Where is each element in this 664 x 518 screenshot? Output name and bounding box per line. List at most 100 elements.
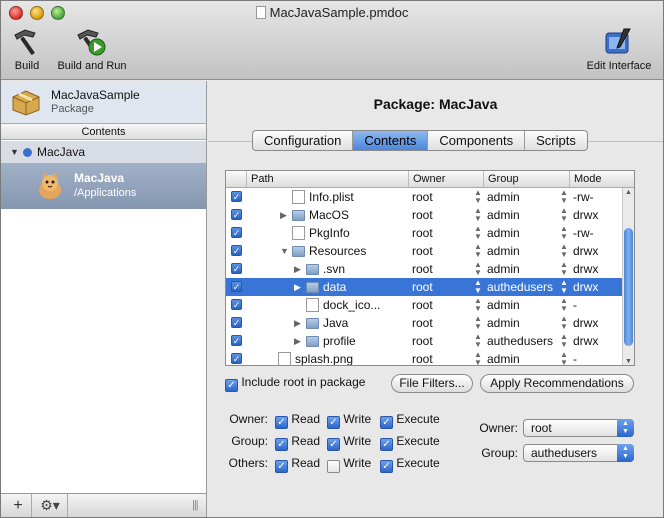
owner-cell[interactable]: root (412, 224, 472, 242)
owner-cell[interactable]: root (412, 278, 472, 296)
owner-cell[interactable]: root (412, 242, 472, 260)
owner-stepper-icon[interactable]: ▲ ▼ (474, 224, 482, 242)
execute-checkbox[interactable]: ✓ Execute (380, 456, 440, 473)
checkbox-icon[interactable]: ✓ (327, 460, 340, 473)
owner-cell[interactable]: root (412, 296, 472, 314)
include-root-checkbox[interactable]: ✓ Include root in package (225, 375, 365, 392)
disclosure-down-icon[interactable]: ▼ (280, 242, 289, 260)
disclosure-right-icon[interactable]: ▶ (294, 332, 301, 350)
include-check-icon[interactable]: ✓ (231, 263, 242, 274)
owner-cell[interactable]: root (412, 350, 472, 365)
table-row[interactable]: ✓ ▶ .svn root ▲ ▼ admin ▲ ▼ drwx (226, 260, 622, 278)
group-stepper-icon[interactable]: ▲ ▼ (560, 278, 568, 296)
read-checkbox[interactable]: ✓ Read (275, 412, 320, 429)
column-header-group[interactable]: Group (483, 171, 569, 187)
scrollbar-thumb[interactable] (624, 228, 633, 346)
gear-menu-button[interactable]: ⚙▾ (35, 497, 65, 515)
column-header-owner[interactable]: Owner (408, 171, 483, 187)
owner-cell[interactable]: root (412, 188, 472, 206)
owner-cell[interactable]: root (412, 314, 472, 332)
group-cell[interactable]: admin (487, 350, 559, 365)
group-stepper-icon[interactable]: ▲ ▼ (560, 242, 568, 260)
group-select[interactable]: authedusers ▲ ▼ (523, 444, 634, 462)
scroll-up-arrow-icon[interactable]: ▲ (625, 189, 632, 196)
include-check-icon[interactable]: ✓ (231, 227, 242, 238)
sidebar-item-macjava[interactable]: MacJava /Applications (1, 163, 206, 209)
include-check-icon[interactable]: ✓ (231, 281, 242, 292)
file-filters-button[interactable]: File Filters... (391, 374, 473, 393)
include-check-icon[interactable]: ✓ (231, 209, 242, 220)
checkbox-icon[interactable]: ✓ (380, 416, 393, 429)
add-button[interactable]: + (7, 497, 29, 515)
group-cell[interactable]: admin (487, 296, 559, 314)
table-row[interactable]: ✓ splash.png root ▲ ▼ admin ▲ ▼ - (226, 350, 622, 366)
group-cell[interactable]: authedusers (487, 278, 559, 296)
group-cell[interactable]: admin (487, 224, 559, 242)
mode-cell[interactable]: drwx (573, 242, 619, 260)
mode-cell[interactable]: drwx (573, 260, 619, 278)
owner-cell[interactable]: root (412, 206, 472, 224)
build-and-run-button[interactable]: Build and Run (51, 27, 133, 72)
write-checkbox[interactable]: ✓ Write (327, 434, 371, 451)
checkbox-icon[interactable]: ✓ (275, 460, 288, 473)
owner-stepper-icon[interactable]: ▲ ▼ (474, 296, 482, 314)
mode-cell[interactable]: drwx (573, 206, 619, 224)
group-cell[interactable]: admin (487, 206, 559, 224)
edit-interface-button[interactable]: Edit Interface (579, 27, 659, 72)
disclosure-right-icon[interactable]: ▶ (294, 260, 301, 278)
mode-cell[interactable]: -rw- (573, 188, 619, 206)
owner-stepper-icon[interactable]: ▲ ▼ (474, 350, 482, 366)
owner-stepper-icon[interactable]: ▲ ▼ (474, 332, 482, 350)
resize-grip-icon[interactable]: ||| (192, 499, 199, 511)
group-cell[interactable]: admin (487, 188, 559, 206)
include-check-icon[interactable]: ✓ (231, 317, 242, 328)
group-cell[interactable]: admin (487, 314, 559, 332)
group-stepper-icon[interactable]: ▲ ▼ (560, 314, 568, 332)
column-header-mode[interactable]: Mode (569, 171, 622, 187)
table-row[interactable]: ✓ dock_ico... root ▲ ▼ admin ▲ ▼ - (226, 296, 622, 314)
scroll-down-arrow-icon[interactable]: ▼ (625, 358, 632, 365)
include-root-check-icon[interactable]: ✓ (225, 379, 238, 392)
owner-stepper-icon[interactable]: ▲ ▼ (474, 242, 482, 260)
disclosure-right-icon[interactable]: ▶ (294, 314, 301, 332)
owner-stepper-icon[interactable]: ▲ ▼ (474, 278, 482, 296)
disclosure-right-icon[interactable]: ▶ (280, 206, 287, 224)
table-row[interactable]: ✓ ▼ Resources root ▲ ▼ admin ▲ ▼ drwx (226, 242, 622, 260)
group-cell[interactable]: authedusers (487, 332, 559, 350)
group-cell[interactable]: admin (487, 242, 559, 260)
table-row[interactable]: ✓ ▶ MacOS root ▲ ▼ admin ▲ ▼ drwx (226, 206, 622, 224)
owner-stepper-icon[interactable]: ▲ ▼ (474, 314, 482, 332)
mode-cell[interactable]: - (573, 296, 619, 314)
checkbox-icon[interactable]: ✓ (380, 460, 393, 473)
disclosure-right-icon[interactable]: ▶ (294, 278, 301, 296)
disclosure-down-icon[interactable]: ▼ (10, 141, 19, 163)
tab-contents[interactable]: Contents (353, 131, 429, 150)
checkbox-icon[interactable]: ✓ (327, 416, 340, 429)
table-row[interactable]: ✓ ▶ profile root ▲ ▼ authedusers ▲ ▼ drwx (226, 332, 622, 350)
table-row[interactable]: ✓ PkgInfo root ▲ ▼ admin ▲ ▼ -rw- (226, 224, 622, 242)
tab-configuration[interactable]: Configuration (253, 131, 354, 150)
checkbox-icon[interactable]: ✓ (275, 438, 288, 451)
tab-scripts[interactable]: Scripts (525, 131, 587, 150)
checkbox-icon[interactable]: ✓ (275, 416, 288, 429)
tab-components[interactable]: Components (428, 131, 526, 150)
owner-stepper-icon[interactable]: ▲ ▼ (474, 260, 482, 278)
owner-cell[interactable]: root (412, 332, 472, 350)
owner-stepper-icon[interactable]: ▲ ▼ (474, 206, 482, 224)
mode-cell[interactable]: drwx (573, 314, 619, 332)
table-row[interactable]: ✓ ▶ data root ▲ ▼ authedusers ▲ ▼ drwx (226, 278, 622, 296)
execute-checkbox[interactable]: ✓ Execute (380, 434, 440, 451)
include-check-icon[interactable]: ✓ (231, 191, 242, 202)
column-header-path[interactable]: Path (246, 171, 412, 187)
group-stepper-icon[interactable]: ▲ ▼ (560, 206, 568, 224)
write-checkbox[interactable]: ✓ Write (327, 456, 371, 473)
sidebar-group-macjava[interactable]: ▼ MacJava (1, 141, 206, 163)
mode-cell[interactable]: drwx (573, 332, 619, 350)
checkbox-icon[interactable]: ✓ (327, 438, 340, 451)
checkbox-icon[interactable]: ✓ (380, 438, 393, 451)
include-check-icon[interactable]: ✓ (231, 299, 242, 310)
group-stepper-icon[interactable]: ▲ ▼ (560, 350, 568, 366)
group-stepper-icon[interactable]: ▲ ▼ (560, 188, 568, 206)
build-button[interactable]: Build (7, 27, 47, 72)
group-cell[interactable]: admin (487, 260, 559, 278)
